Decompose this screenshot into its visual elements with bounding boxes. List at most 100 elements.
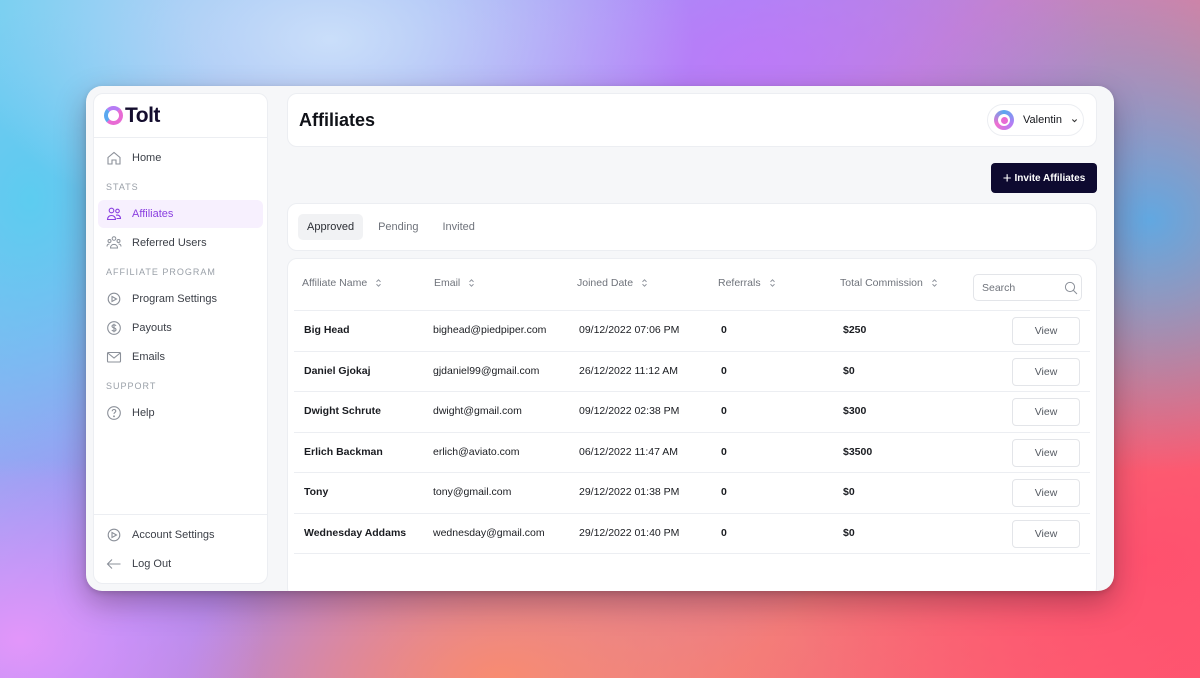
- column-header-referrals[interactable]: Referrals: [718, 277, 776, 289]
- mail-icon: [106, 349, 122, 365]
- view-button[interactable]: View: [1012, 438, 1080, 467]
- affiliate-email: tony@gmail.com: [433, 486, 512, 498]
- sidebar-item-referred-users[interactable]: Referred Users: [98, 229, 263, 257]
- sort-icon: [769, 279, 775, 287]
- table-row: Erlich Backman erlich@aviato.com 06/12/2…: [294, 433, 1090, 473]
- total-commission: $300: [843, 405, 867, 417]
- affiliates-table: Affiliate Name Email Joined Date Referra…: [287, 258, 1097, 591]
- joined-date: 09/12/2022 02:38 PM: [579, 405, 680, 417]
- sidebar-item-payouts[interactable]: Payouts: [98, 314, 263, 342]
- table-row: Tony tony@gmail.com 29/12/2022 01:38 PM …: [294, 473, 1090, 514]
- column-header-total-commission[interactable]: Total Commission: [840, 277, 938, 289]
- joined-date: 26/12/2022 11:12 AM: [579, 364, 679, 377]
- column-header-affiliate-name[interactable]: Affiliate Name: [302, 277, 382, 289]
- sidebar-item-home[interactable]: Home: [98, 144, 263, 172]
- affiliate-name: Daniel Gjokaj: [304, 364, 371, 377]
- tab-invited[interactable]: Invited: [433, 214, 483, 240]
- search-icon: [1064, 281, 1078, 294]
- sidebar-item-label: Home: [132, 152, 162, 164]
- user-name: Valentin: [1023, 114, 1062, 126]
- user-menu-button[interactable]: Valentin: [987, 104, 1084, 136]
- sort-icon: [932, 279, 937, 287]
- view-button[interactable]: View: [1012, 398, 1080, 426]
- chevron-down-icon: [1071, 118, 1077, 122]
- total-commission: $250: [843, 324, 867, 336]
- view-button[interactable]: View: [1012, 357, 1080, 386]
- referrals-count: 0: [721, 445, 727, 458]
- section-label-support: SUPPORT: [106, 381, 157, 391]
- avatar: [994, 110, 1014, 130]
- sidebar-item-help[interactable]: Help: [98, 399, 263, 427]
- section-label-affiliate-program: AFFILIATE PROGRAM: [106, 267, 216, 277]
- affiliate-name: Wednesday Addams: [304, 526, 407, 539]
- sidebar-item-label: Log Out: [132, 558, 172, 570]
- total-commission: $0: [843, 364, 855, 377]
- plus-icon: +: [1002, 169, 1012, 187]
- dollar-icon: [106, 320, 122, 336]
- referrals-count: 0: [721, 486, 727, 498]
- sidebar-item-log-out[interactable]: Log Out: [98, 550, 263, 578]
- sidebar: Tolt Home STATS Affiliates Referred User…: [93, 93, 268, 584]
- sidebar-item-label: Affiliates: [132, 208, 174, 220]
- status-tabs: Approved Pending Invited: [288, 204, 1096, 250]
- section-label-stats: STATS: [106, 182, 139, 192]
- affiliate-email: erlich@aviato.com: [433, 445, 520, 458]
- joined-date: 29/12/2022 01:38 PM: [579, 486, 680, 498]
- sidebar-item-emails[interactable]: Emails: [98, 343, 263, 371]
- search-field[interactable]: [973, 274, 1082, 301]
- sidebar-item-label: Emails: [132, 351, 166, 363]
- joined-date: 09/12/2022 07:06 PM: [579, 324, 680, 336]
- tab-approved[interactable]: Approved: [298, 214, 364, 240]
- column-header-joined-date[interactable]: Joined Date: [577, 277, 648, 289]
- search-input[interactable]: [982, 281, 1060, 294]
- total-commission: $3500: [843, 445, 873, 458]
- sidebar-nav: Home STATS Affiliates Referred Users AFF…: [94, 138, 267, 427]
- page-title: Affiliates: [299, 110, 376, 130]
- sidebar-item-label: Referred Users: [132, 237, 207, 249]
- affiliate-name: Erlich Backman: [304, 445, 383, 458]
- joined-date: 29/12/2022 01:40 PM: [579, 526, 680, 539]
- view-button[interactable]: View: [1012, 317, 1080, 345]
- home-icon: [106, 150, 122, 166]
- users-icon: [106, 206, 122, 222]
- total-commission: $0: [843, 486, 855, 498]
- table-row: Dwight Schrute dwight@gmail.com 09/12/20…: [294, 392, 1090, 433]
- sidebar-bottom: Account Settings Log Out: [94, 514, 267, 583]
- sort-icon: [376, 279, 382, 287]
- sidebar-item-label: Program Settings: [132, 293, 217, 305]
- affiliate-name: Tony: [304, 486, 329, 498]
- referrals-count: 0: [721, 324, 727, 336]
- affiliate-email: bighead@piedpiper.com: [433, 324, 547, 336]
- referrals-count: 0: [721, 526, 727, 539]
- affiliate-email: dwight@gmail.com: [433, 405, 522, 417]
- affiliate-name: Big Head: [304, 324, 350, 336]
- affiliate-email: gjdaniel99@gmail.com: [433, 364, 540, 377]
- sort-icon: [469, 279, 475, 287]
- invite-affiliates-button[interactable]: + Invite Affiliates: [991, 163, 1097, 193]
- sidebar-item-affiliates[interactable]: Affiliates: [98, 200, 263, 228]
- sidebar-item-label: Account Settings: [132, 529, 215, 541]
- referrals-count: 0: [721, 405, 727, 417]
- table-row: Daniel Gjokaj gjdaniel99@gmail.com 26/12…: [294, 352, 1090, 392]
- column-header-email[interactable]: Email: [434, 277, 475, 289]
- settings-icon: [106, 291, 122, 307]
- settings-icon: [106, 527, 122, 543]
- sidebar-item-program-settings[interactable]: Program Settings: [98, 285, 263, 313]
- logo[interactable]: Tolt: [94, 94, 267, 138]
- tab-pending[interactable]: Pending: [369, 214, 427, 240]
- tolt-logo-icon: [104, 106, 123, 125]
- invite-affiliates-label: Invite Affiliates: [1014, 172, 1086, 184]
- table-body: Big Head bighead@piedpiper.com 09/12/202…: [288, 311, 1096, 554]
- referrals-count: 0: [721, 364, 727, 377]
- sidebar-item-account-settings[interactable]: Account Settings: [98, 521, 263, 549]
- table-row: Wednesday Addams wednesday@gmail.com 29/…: [294, 514, 1090, 554]
- table-row: Big Head bighead@piedpiper.com 09/12/202…: [294, 311, 1090, 352]
- app-window: Tolt Home STATS Affiliates Referred User…: [86, 86, 1114, 591]
- view-button[interactable]: View: [1012, 519, 1080, 548]
- status-tabs-card: Approved Pending Invited: [287, 203, 1097, 251]
- total-commission: $0: [843, 526, 855, 539]
- view-button[interactable]: View: [1012, 479, 1080, 507]
- arrow-left-icon: [106, 556, 122, 572]
- sidebar-item-label: Help: [132, 407, 155, 419]
- sidebar-item-label: Payouts: [132, 322, 172, 334]
